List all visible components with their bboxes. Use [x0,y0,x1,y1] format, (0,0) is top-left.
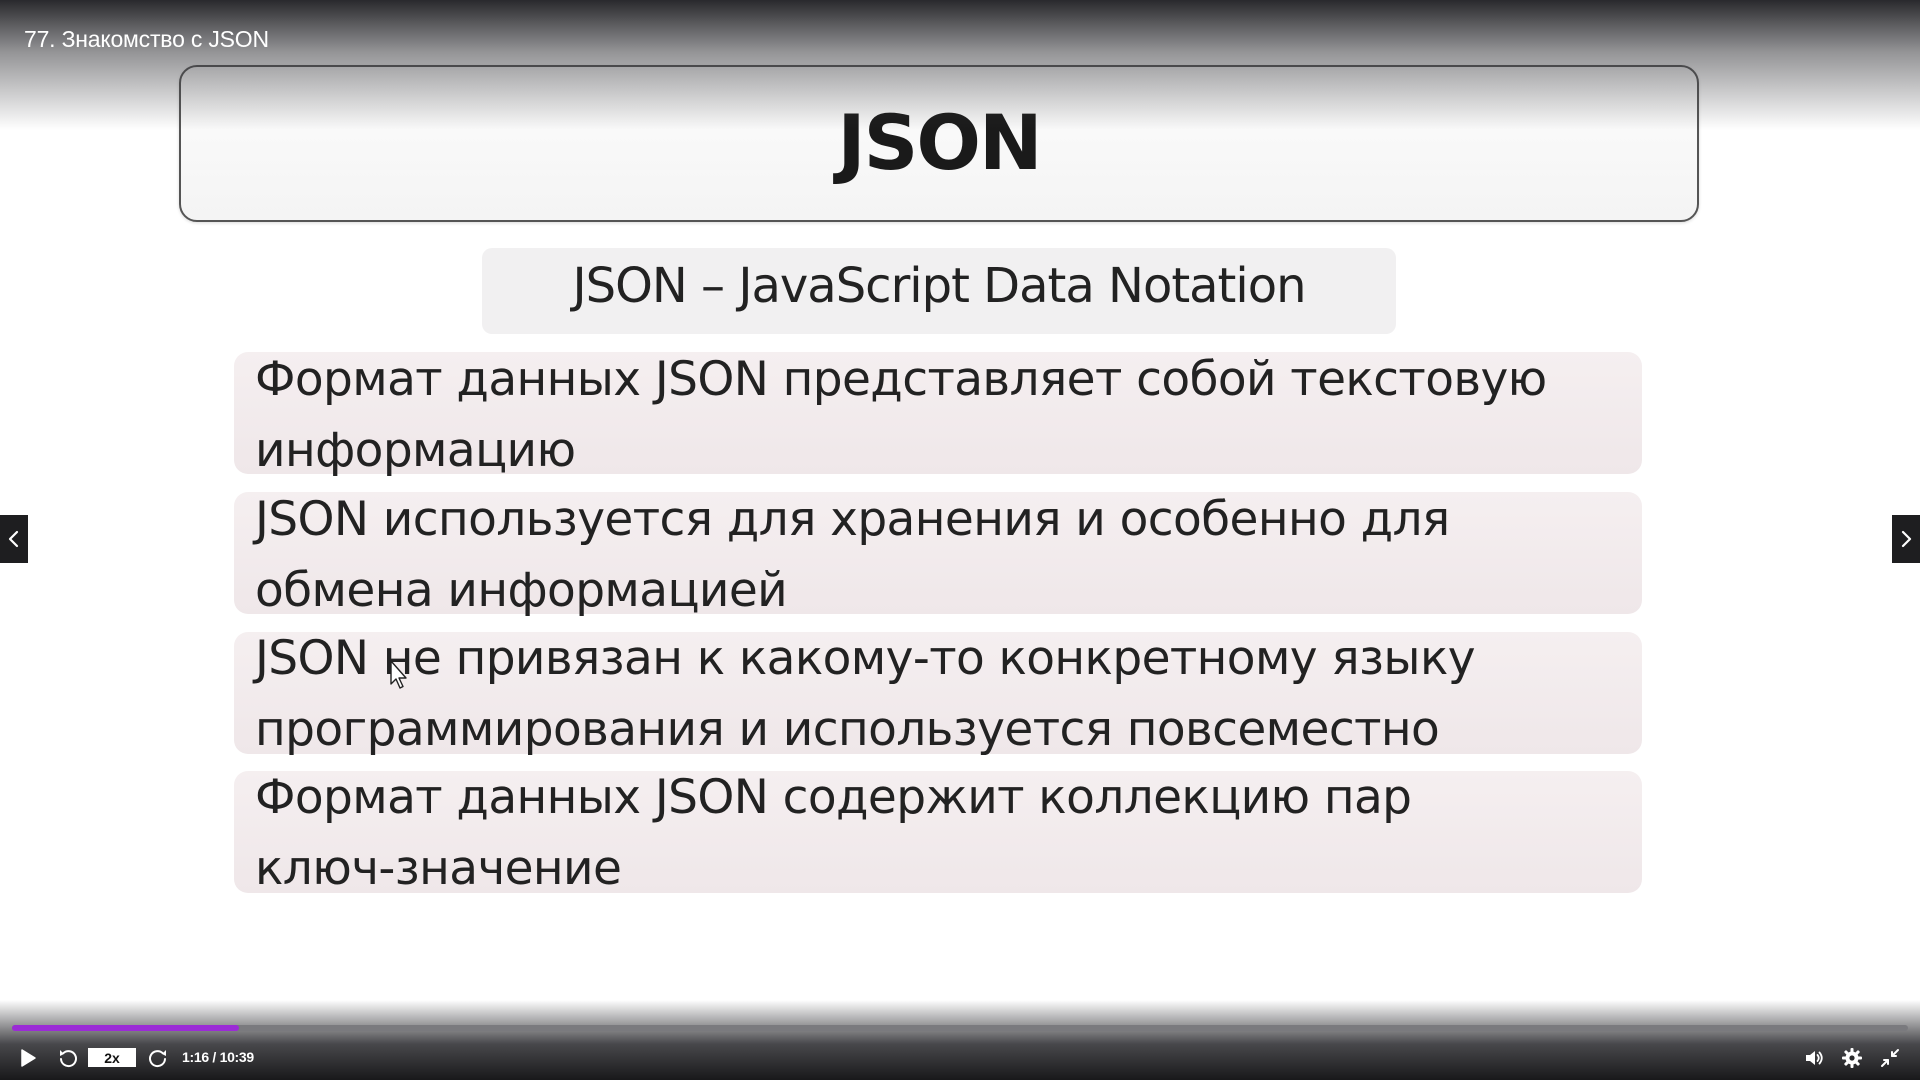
slide-subtitle: JSON – JavaScript Data Notation [572,258,1306,314]
play-button[interactable] [14,1044,42,1072]
gear-icon [1842,1048,1862,1068]
slide-bullet-line: информацию [255,423,576,478]
playback-speed-button[interactable]: 2x [88,1048,136,1067]
forward-icon [149,1050,166,1068]
slide-title: JSON [837,98,1042,187]
slide-bullet-line: Формат данных JSON содержит коллекцию па… [255,770,1412,825]
time-display: 1:16 / 10:39 [182,1049,254,1065]
slide-bullet-line: JSON используется для хранения и особенн… [255,492,1450,547]
exit-fullscreen-icon [1881,1049,1899,1067]
settings-button[interactable] [1838,1044,1866,1072]
slide-bullet: Формат данных JSON представляет собой те… [255,344,1645,486]
forward-button[interactable] [144,1044,172,1072]
slide-bullet-line: JSON не привязан к какому-то конкретному… [255,631,1476,686]
rewind-icon [60,1050,77,1068]
volume-icon [1806,1051,1823,1065]
slide-bullet-line: обмена информацией [255,563,788,618]
mouse-cursor-icon [390,660,407,689]
progress-bar-fill [12,1025,239,1031]
slide-bullet-line: Формат данных JSON представляет собой те… [255,352,1547,407]
progress-bar[interactable] [12,1025,1908,1031]
play-icon [21,1049,36,1067]
player-controls: 2x 1:16 / 10:39 [0,1040,1920,1076]
slide-bullet: JSON используется для хранения и особенн… [255,484,1645,626]
video-player: JSON JSON – JavaScript Data Notation Фор… [0,0,1920,1080]
volume-button[interactable] [1800,1044,1828,1072]
chevron-right-icon [1901,530,1912,548]
previous-lesson-button[interactable] [0,515,28,563]
slide-bullet-line: ключ-значение [255,841,622,896]
rewind-button[interactable] [54,1044,82,1072]
slide-bullet: JSON не привязан к какому-то конкретному… [255,623,1645,765]
chevron-left-icon [8,530,19,548]
slide-bullet: Формат данных JSON содержит коллекцию па… [255,762,1645,904]
exit-fullscreen-button[interactable] [1876,1044,1904,1072]
slide-bullet-line: программирования и используется повсемес… [255,702,1440,757]
next-lesson-button[interactable] [1892,515,1920,563]
video-title: 77. Знакомство с JSON [24,26,269,52]
